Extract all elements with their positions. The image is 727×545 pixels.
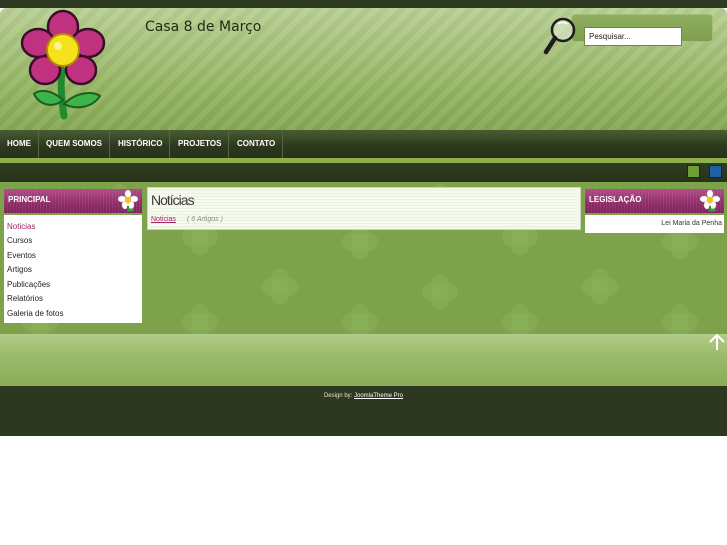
footer-credit: Design by: JoomlaTheme Pro bbox=[0, 393, 727, 399]
color-swatch-green[interactable] bbox=[687, 165, 700, 178]
category-link[interactable]: Noticias bbox=[151, 216, 176, 223]
nav-item-projetos[interactable]: PROJETOS bbox=[171, 130, 230, 158]
nav-item-contato[interactable]: CONTATO bbox=[230, 130, 284, 158]
menu-item-galeria-de-fotos[interactable]: Galeria de fotos bbox=[7, 309, 63, 318]
menu-item-artigos[interactable]: Artigos bbox=[7, 265, 32, 274]
bottom-band bbox=[0, 334, 727, 386]
search-input[interactable] bbox=[584, 27, 682, 46]
menu-item-relatorios[interactable]: Relatórios bbox=[7, 294, 43, 303]
up-arrow-icon[interactable] bbox=[708, 333, 726, 351]
menu-item-eventos[interactable]: Eventos bbox=[7, 251, 36, 260]
nav-item-quem-somos[interactable]: QUEM SOMOS bbox=[39, 130, 111, 158]
page: Casa 8 de Março HOME QUEM SOMOS HISTÓRIC… bbox=[0, 0, 727, 545]
top-strip bbox=[0, 0, 727, 8]
article-count: ( 6 Artigos ) bbox=[187, 216, 223, 223]
nav-item-home[interactable]: HOME bbox=[0, 130, 39, 158]
left-module-title: PRINCIPAL bbox=[8, 195, 51, 204]
color-swatch-blue[interactable] bbox=[709, 165, 722, 178]
menu-item-noticias[interactable]: Noticias bbox=[7, 222, 35, 231]
menu-item-cursos[interactable]: Cursos bbox=[7, 236, 32, 245]
main-nav: HOME QUEM SOMOS HISTÓRICO PROJETOS CONTA… bbox=[0, 130, 727, 158]
daisy-icon bbox=[700, 190, 720, 212]
nav-item-historico[interactable]: HISTÓRICO bbox=[111, 130, 171, 158]
magnifier-icon[interactable] bbox=[543, 16, 579, 56]
sub-bar bbox=[0, 163, 727, 182]
footer-link[interactable]: JoomlaTheme Pro bbox=[354, 393, 403, 399]
legislacao-ticker[interactable]: Lei Maria da Penha bbox=[661, 220, 722, 227]
daisy-icon bbox=[118, 190, 138, 212]
menu-item-publicacoes[interactable]: Publicações bbox=[7, 280, 50, 289]
flower-logo-icon[interactable] bbox=[18, 8, 110, 120]
site-title[interactable]: Casa 8 de Março bbox=[145, 19, 261, 35]
right-module-body: Lei Maria da Penha bbox=[585, 215, 724, 233]
footer-prefix: Design by: bbox=[323, 393, 353, 399]
left-module-menu: Noticias Cursos Eventos Artigos Publicaç… bbox=[4, 215, 142, 323]
right-module-title: LEGISLAÇÃO bbox=[589, 195, 642, 204]
page-title: Notícias bbox=[151, 192, 195, 208]
